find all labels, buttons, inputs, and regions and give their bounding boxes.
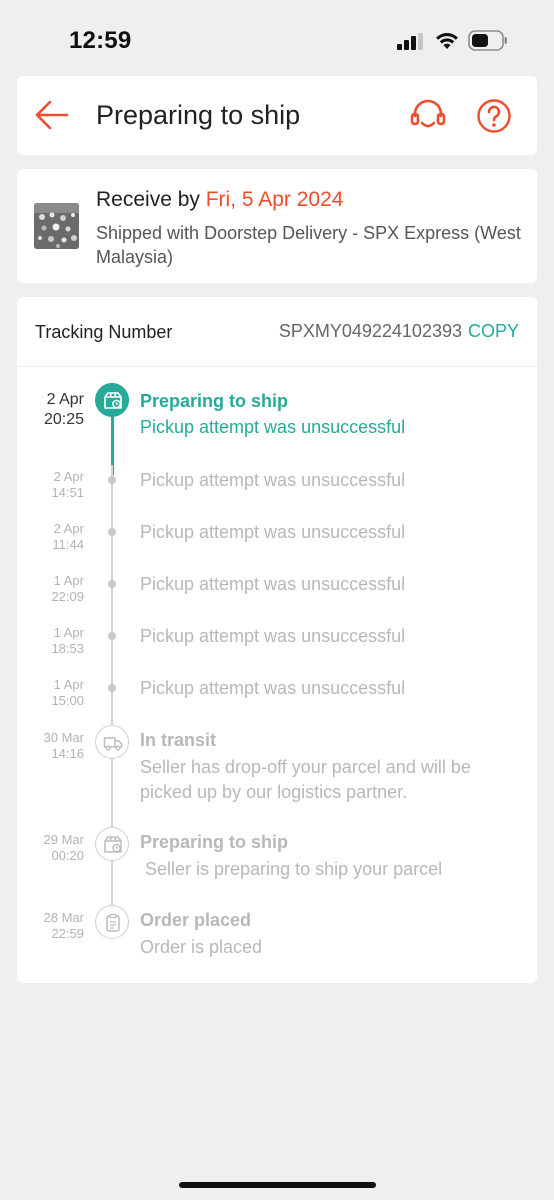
- event-description: Seller is preparing to ship your parcel: [140, 859, 443, 879]
- timeline-dot: [108, 476, 116, 484]
- event-description: Pickup attempt was unsuccessful: [140, 522, 406, 542]
- event-date: 1 Apr: [53, 573, 84, 588]
- event-timestamp: 2 Apr 14:51: [17, 469, 84, 501]
- event-time: 00:20: [51, 848, 84, 863]
- event-date: 1 Apr: [53, 625, 84, 640]
- cellular-signal-icon: [397, 33, 423, 50]
- event-time: 15:00: [51, 693, 84, 708]
- event-time: 14:51: [51, 485, 84, 500]
- event-time: 22:09: [51, 589, 84, 604]
- event-date: 2 Apr: [53, 521, 84, 536]
- event-timestamp: 28 Mar 22:59: [17, 910, 84, 942]
- event-time: 22:59: [51, 926, 84, 941]
- page-title: Preparing to ship: [96, 100, 301, 130]
- event-title: Order placed: [140, 910, 252, 930]
- product-thumbnail[interactable]: [34, 203, 79, 249]
- event-title: In transit: [140, 730, 217, 750]
- delivery-info-card: Receive by Fri, 5 Apr 2024 Shipped with …: [17, 169, 537, 283]
- event-time: 18:53: [51, 641, 84, 656]
- event-timestamp: 29 Mar 00:20: [17, 832, 84, 864]
- event-description: Pickup attempt was unsuccessful: [140, 417, 406, 437]
- event-timestamp: 2 Apr 20:25: [17, 390, 84, 430]
- truck-icon: [95, 725, 129, 759]
- receive-by-date: Fri, 5 Apr 2024: [205, 188, 344, 211]
- home-indicator[interactable]: [179, 1182, 376, 1188]
- clipboard-icon: [95, 905, 129, 939]
- event-description: Pickup attempt was unsuccessful: [140, 678, 406, 698]
- shipping-method: Shipped with Doorstep Delivery - SPX Exp…: [96, 223, 521, 267]
- status-time: 12:59: [69, 27, 132, 54]
- wifi-icon: [436, 33, 458, 49]
- tracking-timeline: 2 Apr 20:25 Preparing to ship Pickup att…: [17, 297, 537, 983]
- event-description: Seller has drop-off your parcel and will…: [140, 757, 471, 802]
- event-description: Pickup attempt was unsuccessful: [140, 626, 406, 646]
- event-date: 2 Apr: [53, 469, 84, 484]
- box-clock-icon: [95, 383, 129, 417]
- event-date: 1 Apr: [53, 677, 84, 692]
- battery-icon: [468, 30, 507, 51]
- event-date: 2 Apr: [46, 391, 84, 408]
- event-description: Pickup attempt was unsuccessful: [140, 574, 406, 594]
- event-timestamp: 30 Mar 14:16: [17, 730, 84, 762]
- event-date: 29 Mar: [43, 832, 84, 847]
- event-description: Order is placed: [140, 937, 263, 957]
- timeline-dot: [108, 632, 116, 640]
- event-title: Preparing to ship: [140, 391, 289, 411]
- header-bar: Preparing to ship: [17, 76, 537, 155]
- back-arrow-icon[interactable]: [35, 98, 69, 132]
- event-date: 28 Mar: [43, 910, 84, 925]
- box-clock-icon: [95, 827, 129, 861]
- receive-by-line: Receive by Fri, 5 Apr 2024: [96, 188, 343, 212]
- headset-icon[interactable]: [410, 98, 446, 134]
- event-timestamp: 1 Apr 18:53: [17, 625, 84, 657]
- status-bar: 12:59: [0, 0, 554, 76]
- event-title: Preparing to ship: [140, 832, 289, 852]
- timeline-dot: [108, 528, 116, 536]
- event-time: 11:44: [52, 537, 84, 552]
- help-icon[interactable]: [476, 98, 512, 134]
- event-time: 20:25: [43, 411, 84, 428]
- event-timestamp: 1 Apr 22:09: [17, 573, 84, 605]
- event-time: 14:16: [51, 746, 84, 761]
- timeline-dot: [108, 684, 116, 692]
- event-date: 30 Mar: [43, 730, 84, 745]
- receive-by-label: Receive by: [96, 188, 206, 211]
- tracking-card: Tracking Number SPXMY049224102393 COPY 2 …: [17, 297, 537, 983]
- event-timestamp: 1 Apr 15:00: [17, 677, 84, 709]
- event-description: Pickup attempt was unsuccessful: [140, 470, 406, 490]
- timeline-dot: [108, 580, 116, 588]
- event-timestamp: 2 Apr 11:44: [17, 521, 84, 553]
